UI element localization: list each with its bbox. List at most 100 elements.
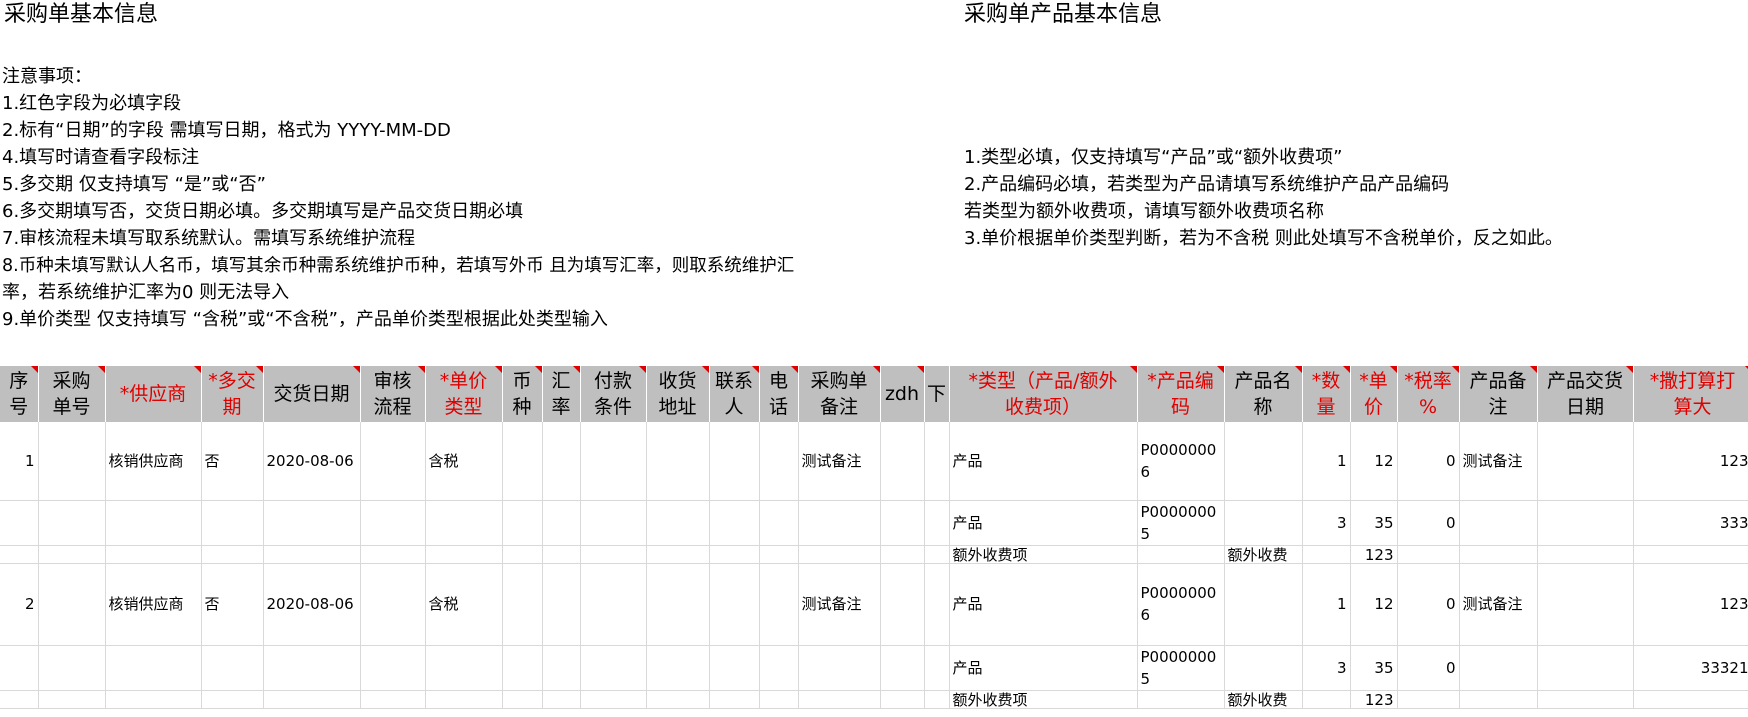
table-cell[interactable] [360,690,426,709]
table-cell[interactable] [1137,545,1225,564]
column-header[interactable]: 产品交货 日期 [1537,366,1634,422]
table-cell[interactable]: 35 [1350,645,1398,691]
table-cell[interactable] [425,500,503,546]
comment-indicator-icon[interactable] [572,366,579,373]
table-cell[interactable]: 额外收费项 [949,545,1138,564]
table-cell[interactable] [1224,645,1303,691]
column-header[interactable]: 付款 条件 [580,366,647,422]
comment-indicator-icon[interactable] [352,366,359,373]
table-cell[interactable] [105,500,202,546]
table-cell[interactable] [360,500,426,546]
column-header[interactable]: 联系人 [709,366,760,422]
table-cell[interactable] [502,545,543,564]
table-cell[interactable]: 否 [201,422,264,501]
table-cell[interactable]: 1 [1302,563,1351,646]
table-cell[interactable] [759,545,799,564]
table-cell[interactable] [1302,545,1351,564]
column-header[interactable]: *撒打算打 算大 [1633,366,1748,422]
column-header[interactable]: 产品备注 [1459,366,1538,422]
column-header[interactable]: *单价 类型 [425,366,503,422]
comment-indicator-icon[interactable] [193,366,200,373]
column-header[interactable]: 币种 [502,366,543,422]
column-header[interactable]: 下 [924,366,950,422]
table-cell[interactable] [360,545,426,564]
table-cell[interactable] [360,422,426,501]
table-cell[interactable] [1459,690,1538,709]
table-cell[interactable] [924,422,950,501]
table-cell[interactable]: 12 [1350,563,1398,646]
table-cell[interactable]: 123 [1633,422,1748,501]
table-cell[interactable] [759,500,799,546]
column-header[interactable]: 产品名称 [1224,366,1303,422]
column-header[interactable]: *多交期 [201,366,264,422]
table-cell[interactable] [759,422,799,501]
table-cell[interactable]: 产品 [949,645,1138,691]
table-cell[interactable]: 0 [1397,500,1460,546]
comment-indicator-icon[interactable] [30,366,37,373]
table-cell[interactable] [502,500,543,546]
comment-indicator-icon[interactable] [1216,366,1223,373]
comment-indicator-icon[interactable] [1744,366,1748,373]
table-cell[interactable] [502,563,543,646]
table-cell[interactable] [263,500,361,546]
table-cell[interactable]: 1 [1302,422,1351,501]
comment-indicator-icon[interactable] [1129,366,1136,373]
table-cell[interactable] [360,563,426,646]
comment-indicator-icon[interactable] [638,366,645,373]
table-cell[interactable] [0,690,39,709]
table-cell[interactable] [646,563,710,646]
table-cell[interactable]: 产品 [949,422,1138,501]
table-cell[interactable] [1537,545,1634,564]
table-cell[interactable] [1537,500,1634,546]
column-header[interactable]: 汇率 [542,366,581,422]
table-cell[interactable] [542,545,581,564]
table-cell[interactable] [709,422,760,501]
table-cell[interactable] [263,545,361,564]
table-cell[interactable] [924,545,950,564]
table-cell[interactable] [880,563,925,646]
table-cell[interactable] [880,422,925,501]
table-cell[interactable] [502,645,543,691]
table-cell[interactable]: 123 [1633,563,1748,646]
table-cell[interactable] [201,645,264,691]
table-cell[interactable]: 33321 [1633,645,1748,691]
column-header[interactable]: 采购单 备注 [798,366,881,422]
table-cell[interactable] [646,690,710,709]
table-cell[interactable] [798,500,881,546]
table-cell[interactable] [1224,500,1303,546]
comment-indicator-icon[interactable] [1451,366,1458,373]
table-cell[interactable]: P00000006 [1137,563,1225,646]
table-cell[interactable] [924,563,950,646]
table-cell[interactable] [201,690,264,709]
comment-indicator-icon[interactable] [97,366,104,373]
table-cell[interactable] [759,690,799,709]
table-cell[interactable]: 333 [1633,500,1748,546]
table-cell[interactable] [580,422,647,501]
table-cell[interactable] [502,422,543,501]
table-cell[interactable] [201,545,264,564]
table-cell[interactable] [759,563,799,646]
comment-indicator-icon[interactable] [751,366,758,373]
table-cell[interactable] [1537,690,1634,709]
table-cell[interactable] [709,563,760,646]
table-cell[interactable] [425,645,503,691]
table-cell[interactable]: P00000006 [1137,422,1225,501]
comment-indicator-icon[interactable] [1625,366,1632,373]
table-cell[interactable] [105,690,202,709]
comment-indicator-icon[interactable] [1294,366,1301,373]
column-header[interactable]: *数量 [1302,366,1351,422]
table-cell[interactable] [38,422,106,501]
table-cell[interactable] [580,563,647,646]
table-cell[interactable]: 含税 [425,422,503,501]
table-cell[interactable]: 额外收费项 [949,690,1138,709]
table-cell[interactable]: 否 [201,563,264,646]
table-cell[interactable]: 0 [1397,422,1460,501]
comment-indicator-icon[interactable] [1529,366,1536,373]
table-cell[interactable]: 1 [0,422,39,501]
table-cell[interactable] [709,545,760,564]
comment-indicator-icon[interactable] [1389,366,1396,373]
table-cell[interactable] [38,500,106,546]
table-cell[interactable] [38,545,106,564]
comment-indicator-icon[interactable] [494,366,501,373]
comment-indicator-icon[interactable] [701,366,708,373]
